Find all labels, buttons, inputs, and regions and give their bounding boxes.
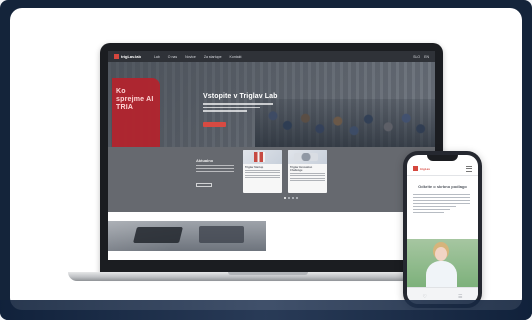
news-card-image <box>288 150 327 164</box>
nav-item-startups[interactable]: Za startupe <box>204 55 222 59</box>
carousel-dots[interactable] <box>284 197 298 199</box>
heart-icon[interactable]: ♡ <box>423 294 427 300</box>
news-card-text-line <box>290 177 325 179</box>
hero-title: Vstopite v Triglav Lab <box>203 93 278 100</box>
bottom-gradient-bar <box>0 300 532 320</box>
portrait-head <box>435 247 447 261</box>
carousel-dot[interactable] <box>292 197 294 199</box>
phone-text-line <box>413 197 470 198</box>
news-card-text <box>290 173 325 183</box>
device-mockup-card: trigLav.lab Lab O nas Novice Za startupe… <box>10 8 522 310</box>
news-card-title: Triglav Startup <box>245 166 264 169</box>
phone-text-line <box>413 194 470 195</box>
language-en[interactable]: EN <box>424 55 429 59</box>
carousel-dot[interactable] <box>284 197 286 199</box>
woman-portrait-photo <box>407 239 478 287</box>
phone-text-line <box>413 212 445 213</box>
audience-photo <box>255 99 435 147</box>
nav-item-lab[interactable]: Lab <box>154 55 160 59</box>
carousel-dot[interactable] <box>296 197 298 199</box>
carousel-dot[interactable] <box>288 197 290 199</box>
hero-text-line <box>203 106 261 108</box>
news-section: Aktualno Triglav Startup Triglav Innovat… <box>108 147 435 212</box>
news-text-line <box>196 171 234 172</box>
phone-text-line <box>413 200 470 201</box>
portrait-body <box>426 261 457 287</box>
laptop-screen: trigLav.lab Lab O nas Novice Za startupe… <box>100 43 443 275</box>
language-slo[interactable]: SLO <box>413 55 420 59</box>
hero-banner-text: Ko sprejme AI TRIA <box>116 88 154 111</box>
brand-mark-icon <box>413 166 418 171</box>
showcase-frame: trigLav.lab Lab O nas Novice Za startupe… <box>0 0 532 320</box>
lower-content-section <box>108 212 435 260</box>
brand-mark-icon <box>114 54 119 59</box>
news-section-title: Aktualno <box>196 158 214 163</box>
nav-links: Lab O nas Novice Za startupe Kontakt <box>154 55 241 59</box>
phone-text-line <box>413 203 470 204</box>
phone-body-text <box>413 194 470 215</box>
news-card-text-line <box>245 176 280 178</box>
news-card-text-line <box>290 175 325 177</box>
phone-screen: trigLav Odkrite o skrbno podlago ♡ ☰ <box>407 155 478 304</box>
news-card-text-line <box>245 174 280 176</box>
menu-icon[interactable] <box>466 165 472 172</box>
phone-notch <box>427 155 458 161</box>
menu-icon[interactable]: ☰ <box>458 294 462 300</box>
phone-mockup: trigLav Odkrite o skrbno podlago ♡ ☰ <box>403 151 482 308</box>
website-navigation: trigLav.lab Lab O nas Novice Za startupe… <box>108 51 435 62</box>
laptop-website-screenshot: trigLav.lab Lab O nas Novice Za startupe… <box>108 51 435 260</box>
news-text-line <box>196 168 234 169</box>
nav-item-news[interactable]: Novice <box>185 55 196 59</box>
news-card-title: Triglav Innovation Challenge <box>290 166 313 172</box>
phone-brand: trigLav <box>420 166 431 171</box>
news-card-text-line <box>290 173 325 174</box>
driving-simulator-image <box>108 221 266 251</box>
hero-section: Ko sprejme AI TRIA Vstopite v Triglav La… <box>108 62 435 147</box>
news-button[interactable] <box>196 183 212 187</box>
hero-cta-button[interactable] <box>203 122 226 127</box>
nav-item-contact[interactable]: Kontakt <box>230 55 242 59</box>
phone-page-title: Odkrite o skrbno podlago <box>418 184 467 189</box>
news-card[interactable]: Triglav Startup <box>243 150 282 193</box>
language-switch: SLO EN <box>413 55 429 59</box>
phone-header-divider <box>407 175 478 176</box>
hero-text-line <box>203 103 273 105</box>
phone-header: trigLav <box>413 165 472 172</box>
news-text-line <box>196 165 234 166</box>
news-card-text-line <box>245 172 280 174</box>
site-logo-text: trigLav.lab <box>121 54 141 59</box>
hero-description <box>203 103 273 112</box>
news-card-text-line <box>245 170 280 171</box>
news-description <box>196 165 234 174</box>
news-card-text <box>245 170 280 180</box>
phone-text-line <box>413 209 451 210</box>
news-card-text-line <box>290 179 325 181</box>
news-card-image <box>243 150 282 164</box>
news-card[interactable]: Triglav Innovation Challenge <box>288 150 327 193</box>
nav-item-about[interactable]: O nas <box>168 55 177 59</box>
phone-text-line <box>413 206 457 207</box>
site-logo[interactable]: trigLav.lab <box>114 54 141 59</box>
hero-text-line <box>203 110 248 112</box>
